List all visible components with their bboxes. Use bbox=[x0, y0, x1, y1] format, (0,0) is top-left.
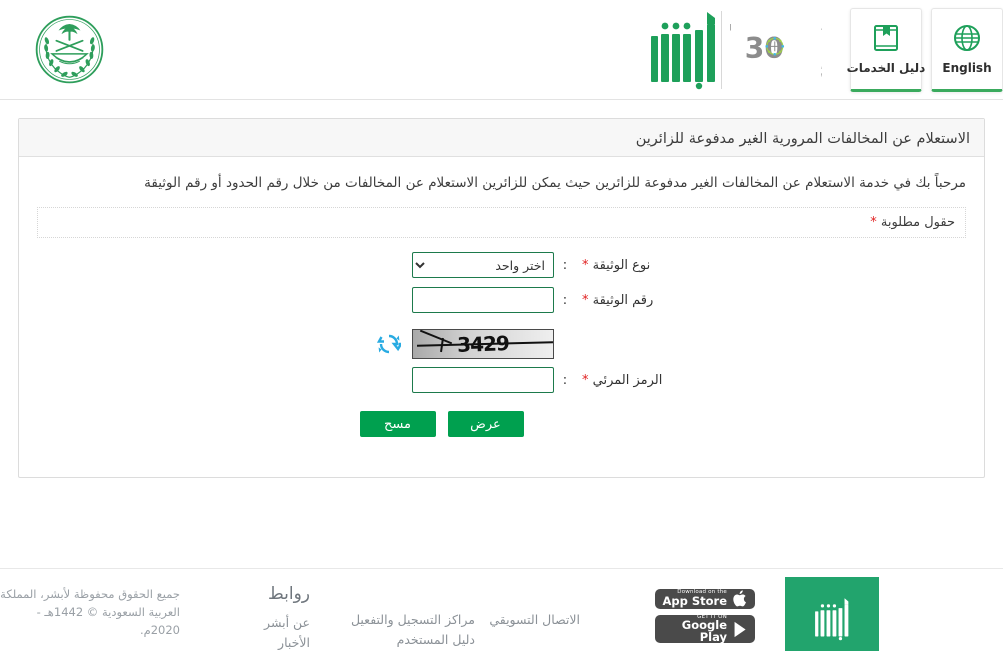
document-number-input[interactable] bbox=[412, 287, 554, 313]
apple-icon bbox=[733, 590, 746, 607]
absher-logo-icon bbox=[651, 12, 715, 90]
svg-text:30: 30 bbox=[745, 32, 784, 65]
captcha-colon: : bbox=[562, 372, 568, 388]
clear-button[interactable]: مسح bbox=[359, 411, 436, 437]
captcha-text: 3429 bbox=[456, 331, 510, 357]
form-actions: عرض مسح bbox=[37, 411, 966, 437]
document-number-label: رقم الوثيقة bbox=[592, 292, 654, 308]
document-type-field: اختر واحد bbox=[409, 252, 554, 278]
document-number-asterisk: * bbox=[582, 292, 589, 308]
svg-text:KINGDOM OF SAUDI ARABIA: KINGDOM OF SAUDI ARABIA bbox=[821, 72, 822, 78]
required-fields-note: حقول مطلوبة * bbox=[37, 207, 966, 238]
google-play-icon bbox=[734, 621, 746, 637]
submit-button[interactable]: عرض bbox=[447, 411, 524, 437]
moi-emblem-icon bbox=[35, 15, 104, 84]
document-type-row: نوع الوثيقة * : اختر واحد bbox=[37, 252, 966, 278]
footer-links-heading: روابط bbox=[267, 584, 310, 604]
document-number-label-wrap: رقم الوثيقة * bbox=[576, 293, 966, 308]
footer-links-column-3: الاتصال التسويقي bbox=[475, 577, 580, 651]
site-header: رؤيــــة VISION 2 30 bbox=[0, 0, 1003, 100]
captcha-label: الرمز المرئي bbox=[592, 372, 663, 388]
captcha-image-row: 3429 bbox=[37, 329, 966, 359]
document-type-colon: : bbox=[562, 257, 568, 273]
svg-text:2: 2 bbox=[730, 32, 731, 65]
footer-link-news[interactable]: الأخبار bbox=[190, 633, 310, 651]
google-play-badge[interactable]: GET IT ON Google Play bbox=[655, 614, 755, 644]
google-play-big-label: Google Play bbox=[681, 618, 727, 644]
welcome-text: مرحباً بك في خدمة الاستعلام عن المخالفات… bbox=[144, 175, 966, 191]
app-store-big-label: App Store bbox=[662, 593, 727, 608]
document-type-asterisk: * bbox=[582, 257, 589, 273]
service-guide-label: دليل الخدمات bbox=[846, 61, 926, 75]
language-english-label: English bbox=[942, 61, 992, 75]
site-footer: جميع الحقوق محفوظة لأبشر، المملكة العربي… bbox=[0, 568, 1003, 651]
footer-link-about-absher[interactable]: عن أبشر bbox=[190, 613, 310, 633]
service-guide-tile[interactable]: دليل الخدمات bbox=[847, 8, 925, 92]
captcha-asterisk: * bbox=[582, 372, 589, 388]
footer-inner: جميع الحقوق محفوظة لأبشر، المملكة العربي… bbox=[0, 569, 1003, 651]
page-body: الاستعلام عن المخالفات المرورية الغير مد… bbox=[0, 100, 1003, 560]
brand-block: رؤيــــة VISION 2 30 bbox=[637, 0, 832, 100]
vision-2030-logo-icon: رؤيــــة VISION 2 30 bbox=[730, 22, 822, 78]
footer-copyright: جميع الحقوق محفوظة لأبشر، المملكة العربي… bbox=[0, 587, 180, 637]
document-type-label-wrap: نوع الوثيقة * bbox=[576, 258, 966, 273]
document-type-select[interactable]: اختر واحد bbox=[412, 252, 554, 278]
book-icon bbox=[874, 25, 898, 51]
header-divider bbox=[721, 11, 722, 89]
absher-footer-logo-icon bbox=[815, 597, 849, 640]
footer-link-user-guide[interactable]: دليل المستخدم bbox=[310, 630, 475, 650]
inquiry-form: نوع الوثيقة * : اختر واحد رقم الوثيقة * bbox=[37, 252, 966, 437]
footer-link-registration-centers[interactable]: مراكز التسجيل والتفعيل bbox=[310, 610, 475, 630]
captcha-image: 3429 bbox=[412, 329, 554, 359]
footer-links-column-1: روابط عن أبشر الأخبار bbox=[190, 577, 310, 651]
panel-header: الاستعلام عن المخالفات المرورية الغير مد… bbox=[19, 119, 984, 157]
header-right-group: رؤيــــة VISION 2 30 bbox=[637, 0, 1003, 100]
required-fields-label: حقول مطلوبة bbox=[880, 215, 955, 230]
document-type-label: نوع الوثيقة bbox=[592, 257, 651, 273]
violations-inquiry-panel: الاستعلام عن المخالفات المرورية الغير مد… bbox=[18, 118, 985, 478]
captcha-label-wrap: الرمز المرئي * bbox=[576, 373, 966, 388]
document-number-colon: : bbox=[562, 292, 568, 308]
footer-link-marketing-contact[interactable]: الاتصال التسويقي bbox=[475, 610, 580, 630]
captcha-noise-line-2 bbox=[419, 330, 453, 345]
panel-body: مرحباً بك في خدمة الاستعلام عن المخالفات… bbox=[19, 157, 984, 447]
header-nav-tiles: دليل الخدمات English bbox=[847, 8, 1003, 92]
globe-icon bbox=[954, 25, 980, 51]
required-asterisk: * bbox=[870, 215, 877, 230]
svg-text:رؤيــــة: رؤيــــة bbox=[821, 22, 822, 33]
document-number-row: رقم الوثيقة * : bbox=[37, 287, 966, 313]
footer-brand-block bbox=[785, 577, 879, 651]
refresh-icon[interactable] bbox=[377, 332, 401, 356]
captcha-input-row: الرمز المرئي * : bbox=[37, 367, 966, 393]
google-play-text: GET IT ON Google Play bbox=[661, 614, 727, 644]
app-store-text: Download on the App Store bbox=[662, 590, 727, 607]
svg-text:المملكة العربية السعودية: المملكة العربية السعودية bbox=[821, 64, 822, 71]
document-number-field bbox=[409, 287, 554, 313]
page-title: الاستعلام عن المخالفات المرورية الغير مد… bbox=[635, 131, 970, 147]
footer-app-stores: Download on the App Store GET IT ON Goog… bbox=[580, 577, 755, 651]
app-store-badge[interactable]: Download on the App Store bbox=[655, 589, 755, 609]
captcha-field bbox=[409, 367, 554, 393]
language-english-tile[interactable]: English bbox=[931, 8, 1003, 92]
footer-links-column-2: مراكز التسجيل والتفعيل دليل المستخدم bbox=[310, 577, 475, 651]
captcha-input[interactable] bbox=[412, 367, 554, 393]
